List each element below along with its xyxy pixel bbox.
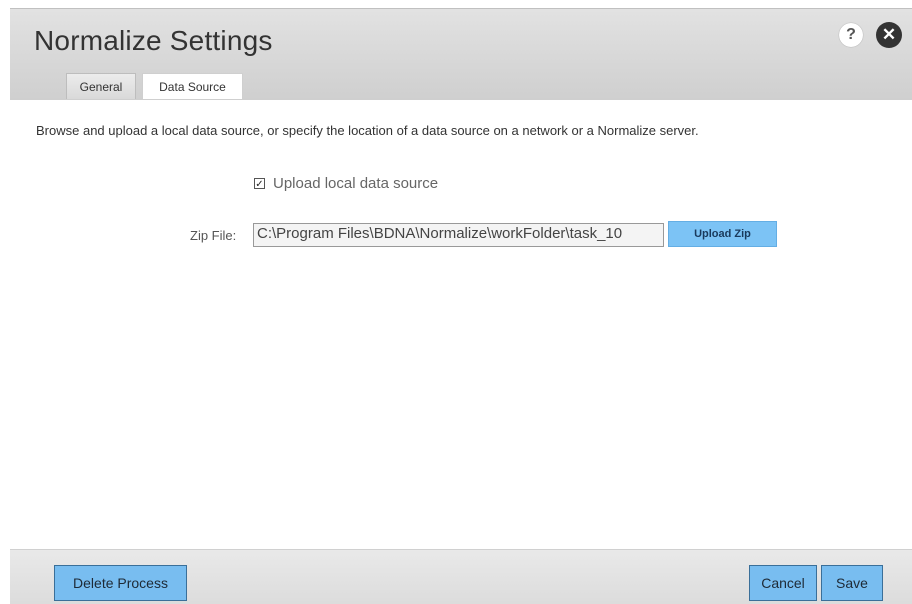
save-button[interactable]: Save <box>821 565 883 601</box>
zip-file-input[interactable]: C:\Program Files\BDNA\Normalize\workFold… <box>253 223 664 247</box>
dialog-title: Normalize Settings <box>34 25 273 56</box>
upload-local-label: Upload local data source <box>273 175 439 192</box>
close-icon[interactable]: ✕ <box>876 22 902 48</box>
description-text: Browse and upload a local data source, o… <box>36 123 699 138</box>
zip-file-label: Zip File: <box>190 228 237 243</box>
help-icon[interactable]: ? <box>839 23 863 47</box>
upload-zip-button[interactable]: Upload Zip <box>668 221 777 247</box>
tab-general[interactable]: General <box>66 73 136 99</box>
upload-local-row: ✓ Upload local data source <box>254 175 438 192</box>
normalize-settings-dialog: Normalize Settings ? ✕ General Data Sour… <box>0 0 912 604</box>
upload-local-checkbox[interactable]: ✓ <box>254 178 265 190</box>
tab-data-source[interactable]: Data Source <box>142 73 243 99</box>
cancel-button[interactable]: Cancel <box>749 565 817 601</box>
delete-process-button[interactable]: Delete Process <box>54 565 187 601</box>
